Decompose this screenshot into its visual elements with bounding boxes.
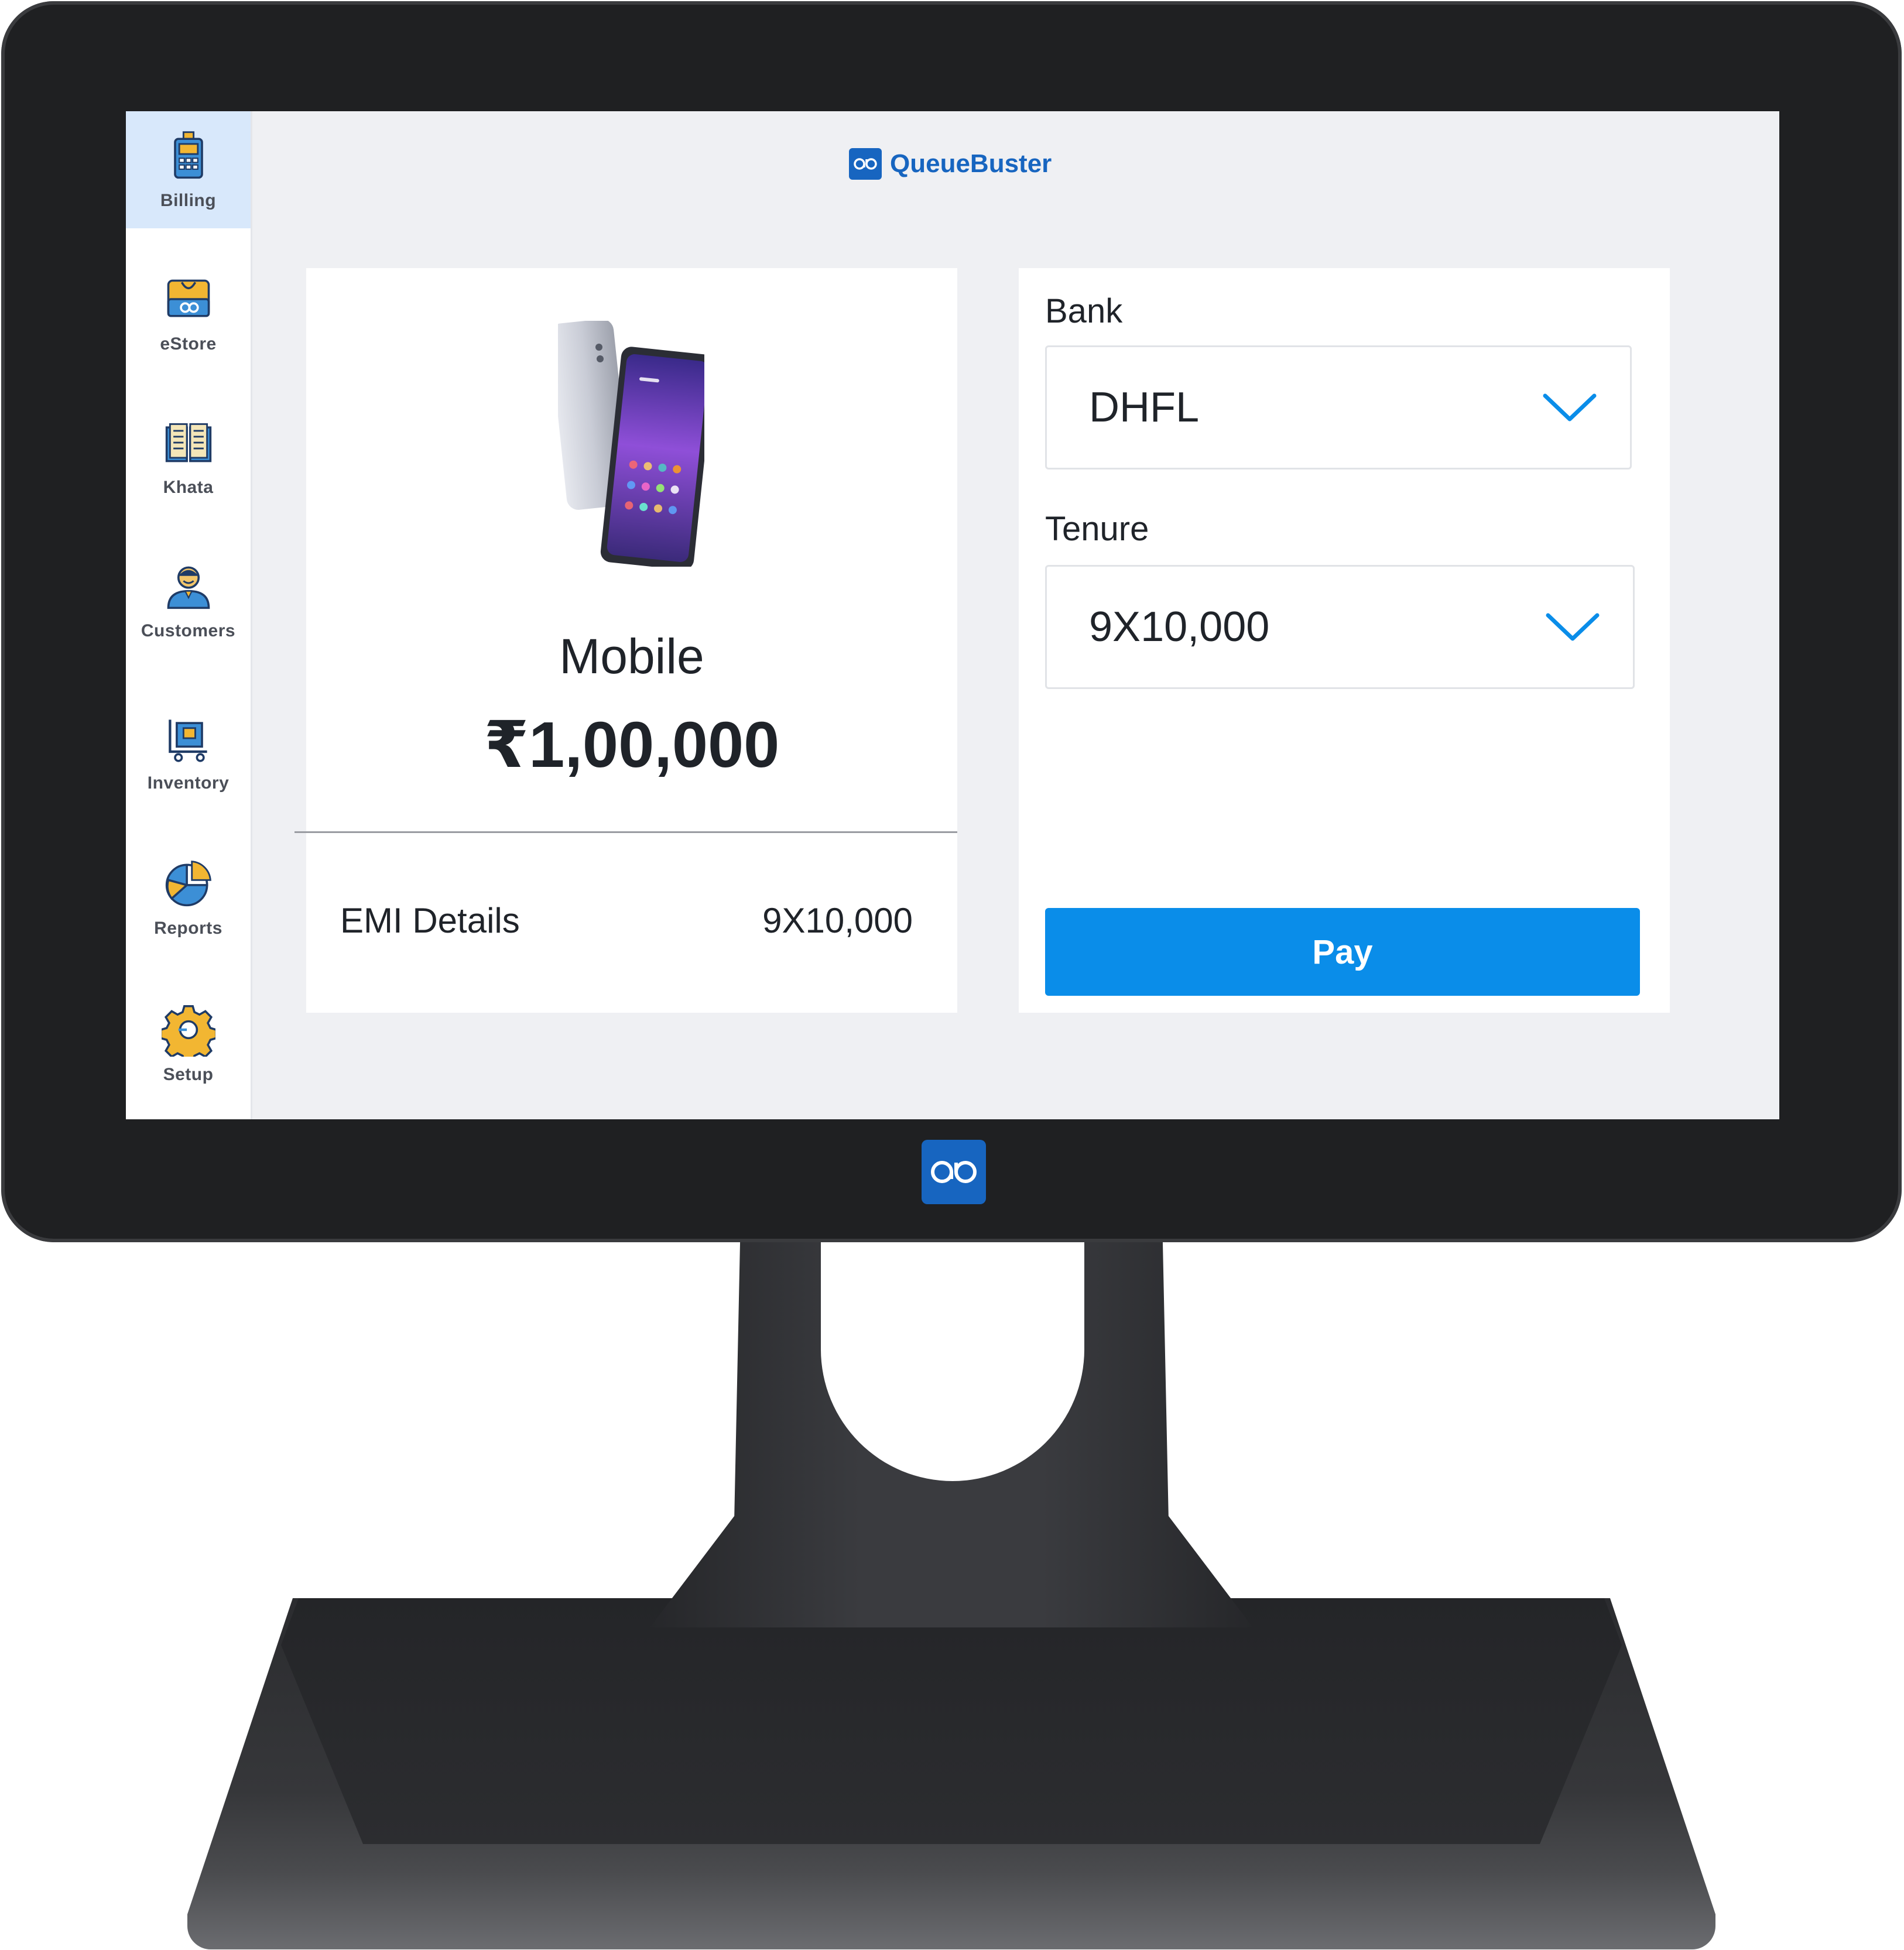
- sidebar-item-label: eStore: [160, 334, 217, 354]
- qb-logo-icon: [931, 1161, 977, 1183]
- bank-select-value: DHFL: [1089, 384, 1200, 431]
- chevron-down-icon: [1546, 613, 1600, 641]
- sidebar-item-label: Khata: [163, 478, 214, 497]
- sidebar-item-label: Reports: [154, 919, 222, 938]
- app-screen: Billing eStore Khata Customers Inventory…: [126, 111, 1779, 1119]
- brand-header: QueueBuster: [849, 146, 1052, 181]
- sidebar-item-estore[interactable]: eStore: [126, 246, 251, 381]
- qb-logo-icon: [849, 148, 882, 180]
- bank-label: Bank: [1045, 292, 1123, 330]
- product-card: Mobile ₹1,00,000 EMI Details 9X10,000: [294, 268, 957, 1013]
- chevron-down-icon: [1543, 393, 1597, 421]
- sidebar-item-label: Customers: [141, 621, 236, 640]
- emi-value: 9X10,000: [762, 901, 913, 940]
- sidebar-item-billing[interactable]: Billing: [126, 111, 251, 228]
- billing-terminal-icon: [173, 131, 203, 179]
- sidebar-item-customers[interactable]: Customers: [126, 533, 251, 667]
- sidebar-item-inventory[interactable]: Inventory: [126, 685, 251, 820]
- tenure-select[interactable]: 9X10,000: [1045, 565, 1635, 689]
- pay-button[interactable]: Pay: [1045, 908, 1640, 996]
- sidebar-item-khata[interactable]: Khata: [126, 389, 251, 524]
- setup-gear-icon: [161, 1005, 215, 1057]
- sidebar: Billing eStore Khata Customers Inventory…: [126, 111, 252, 1119]
- sidebar-item-setup[interactable]: Setup: [126, 976, 251, 1111]
- home-logo-button[interactable]: [922, 1140, 986, 1204]
- estore-bag-icon: [167, 279, 210, 317]
- sidebar-item-label: Billing: [160, 191, 217, 210]
- customer-person-icon: [167, 566, 210, 609]
- stand-base-top: [281, 1598, 1622, 1844]
- bank-select[interactable]: DHFL: [1045, 345, 1632, 469]
- product-name: Mobile: [559, 629, 704, 684]
- product-price: ₹1,00,000: [484, 709, 780, 781]
- emi-details-row: EMI Details 9X10,000: [340, 900, 913, 941]
- sidebar-item-label: Setup: [163, 1065, 214, 1084]
- stand-cutout: [821, 1229, 1084, 1481]
- brand-name: QueueBuster: [890, 149, 1052, 178]
- tenure-select-value: 9X10,000: [1089, 604, 1270, 650]
- monitor-bezel: Billing eStore Khata Customers Inventory…: [1, 1, 1902, 1242]
- smartphone-image: [558, 321, 704, 567]
- sidebar-item-label: Inventory: [147, 773, 230, 793]
- inventory-cart-icon: [168, 719, 207, 762]
- card-divider: [294, 831, 957, 833]
- sidebar-item-reports[interactable]: Reports: [126, 830, 251, 965]
- payment-card: Bank DHFL Tenure 9X10,000 Pay: [1019, 268, 1670, 1013]
- tenure-label: Tenure: [1045, 510, 1149, 548]
- khata-book-icon: [165, 423, 211, 462]
- reports-pie-icon: [165, 861, 211, 907]
- emi-label: EMI Details: [340, 901, 520, 940]
